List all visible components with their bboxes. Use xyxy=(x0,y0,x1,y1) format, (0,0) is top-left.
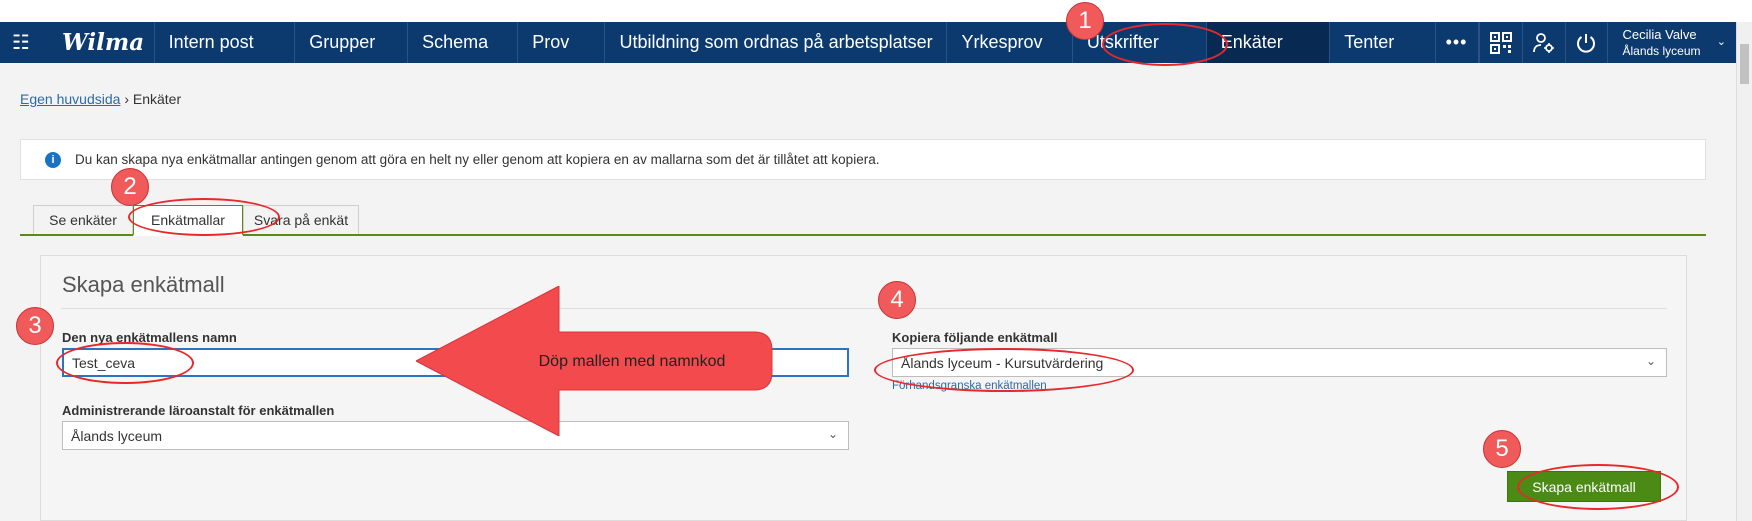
nav-prov[interactable]: Prov xyxy=(518,22,606,63)
user-name: Cecilia Valve xyxy=(1622,26,1697,42)
breadcrumb-home-link[interactable]: Egen huvudsida xyxy=(20,91,120,107)
nav-utbildning[interactable]: Utbildning som ordnas på arbetsplatser xyxy=(605,22,948,63)
admin-school-value: Ålands lyceum xyxy=(71,427,163,444)
breadcrumb-separator: › xyxy=(124,91,129,107)
panel-divider xyxy=(61,308,1667,309)
annotation-ring-1 xyxy=(1102,23,1228,66)
panel-title: Skapa enkätmall xyxy=(62,272,225,297)
nav-intern-post[interactable]: Intern post xyxy=(155,22,296,63)
copy-template-label: Kopiera följande enkätmall xyxy=(892,330,1058,345)
nav-tenter[interactable]: Tenter xyxy=(1330,22,1436,63)
page-scrollbar[interactable] xyxy=(1736,22,1752,521)
annotation-number-4: 4 xyxy=(878,281,916,319)
more-menu-icon[interactable]: ••• xyxy=(1436,22,1479,63)
annotation-ring-4 xyxy=(874,348,1134,392)
top-strip xyxy=(0,0,1752,22)
annotation-ring-2 xyxy=(128,198,280,236)
power-icon[interactable] xyxy=(1564,22,1608,63)
nav-schema[interactable]: Schema xyxy=(408,22,519,63)
annotation-arrow: Döp mallen med namnkod xyxy=(416,286,773,436)
chevron-down-icon: ⌄ xyxy=(1716,36,1727,48)
create-template-panel: Skapa enkätmall Den nya enkätmallens nam… xyxy=(40,255,1687,521)
nav-grupper[interactable]: Grupper xyxy=(295,22,409,63)
info-box: i Du kan skapa nya enkätmallar antingen … xyxy=(20,139,1706,180)
scrollbar-thumb[interactable] xyxy=(1740,44,1749,84)
top-navbar: ☷ Wilma Intern post Grupper Schema Prov … xyxy=(0,22,1736,63)
annotation-ring-3 xyxy=(56,342,194,384)
annotation-number-2: 2 xyxy=(111,168,149,206)
annotation-number-1: 1 xyxy=(1066,2,1104,40)
info-text: Du kan skapa nya enkätmallar antingen ge… xyxy=(75,152,880,167)
user-school: Ålands lyceum xyxy=(1622,43,1701,58)
user-menu[interactable]: Cecilia Valve Ålands lyceum ⌄ xyxy=(1607,22,1736,63)
annotation-ring-5 xyxy=(1517,464,1679,510)
chevron-down-icon: ⌄ xyxy=(827,427,838,441)
chevron-down-icon: ⌄ xyxy=(1645,354,1656,368)
annotation-number-3: 3 xyxy=(16,307,54,345)
admin-school-label: Administrerande läroanstalt för enkätmal… xyxy=(62,403,335,418)
tab-se-enkater[interactable]: Se enkäter xyxy=(33,205,133,234)
annotation-arrow-text: Döp mallen med namnkod xyxy=(539,353,726,370)
qr-code-icon[interactable] xyxy=(1478,22,1522,63)
wilma-logo[interactable]: Wilma xyxy=(42,22,155,63)
nav-yrkesprov[interactable]: Yrkesprov xyxy=(947,22,1073,63)
breadcrumb: Egen huvudsida › Enkäter xyxy=(20,91,181,107)
apps-grid-icon[interactable]: ☷ xyxy=(0,22,42,63)
user-settings-icon[interactable] xyxy=(1521,22,1565,63)
info-icon: i xyxy=(45,151,61,168)
annotation-number-5: 5 xyxy=(1483,430,1521,468)
breadcrumb-current: Enkäter xyxy=(132,91,182,107)
